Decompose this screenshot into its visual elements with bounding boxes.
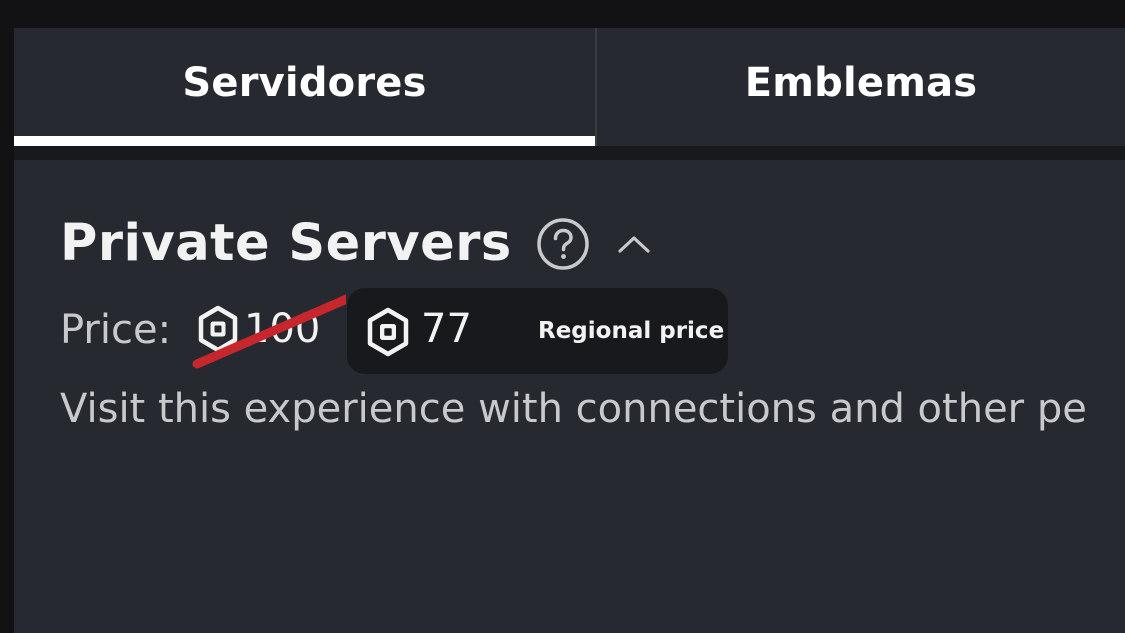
section-title: Private Servers: [60, 214, 512, 273]
chevron-up-icon[interactable]: [616, 232, 652, 256]
tab-panel-separator: [14, 146, 1125, 160]
tab-emblemas[interactable]: Emblemas: [595, 28, 1125, 146]
tab-servidores[interactable]: Servidores: [14, 28, 595, 146]
regional-price-value: 77: [421, 306, 472, 352]
section-header: Private Servers: [60, 214, 652, 273]
price-label: Price:: [60, 307, 172, 353]
tab-emblemas-label: Emblemas: [744, 60, 978, 106]
tab-bar: Servidores Emblemas: [14, 28, 1125, 146]
regional-price-label: Regional price: [538, 318, 725, 344]
price-row: Price: 100 77 Regional price: [60, 288, 760, 376]
original-price: 100: [196, 302, 320, 356]
question-circle-icon[interactable]: [536, 217, 590, 271]
robux-icon: [196, 305, 240, 353]
section-description: Visit this experience with connections a…: [60, 386, 1087, 432]
regional-price-pill: 77 Regional price: [347, 288, 728, 374]
robux-icon: [365, 307, 411, 357]
tab-servidores-label: Servidores: [182, 60, 427, 106]
original-price-value: 100: [244, 306, 321, 352]
private-servers-panel: Private Servers Price: 100 77 Regional p…: [14, 160, 1125, 633]
game-detail-frame: Servidores Emblemas Private Servers Pric…: [14, 28, 1125, 633]
active-tab-indicator: [14, 136, 595, 146]
